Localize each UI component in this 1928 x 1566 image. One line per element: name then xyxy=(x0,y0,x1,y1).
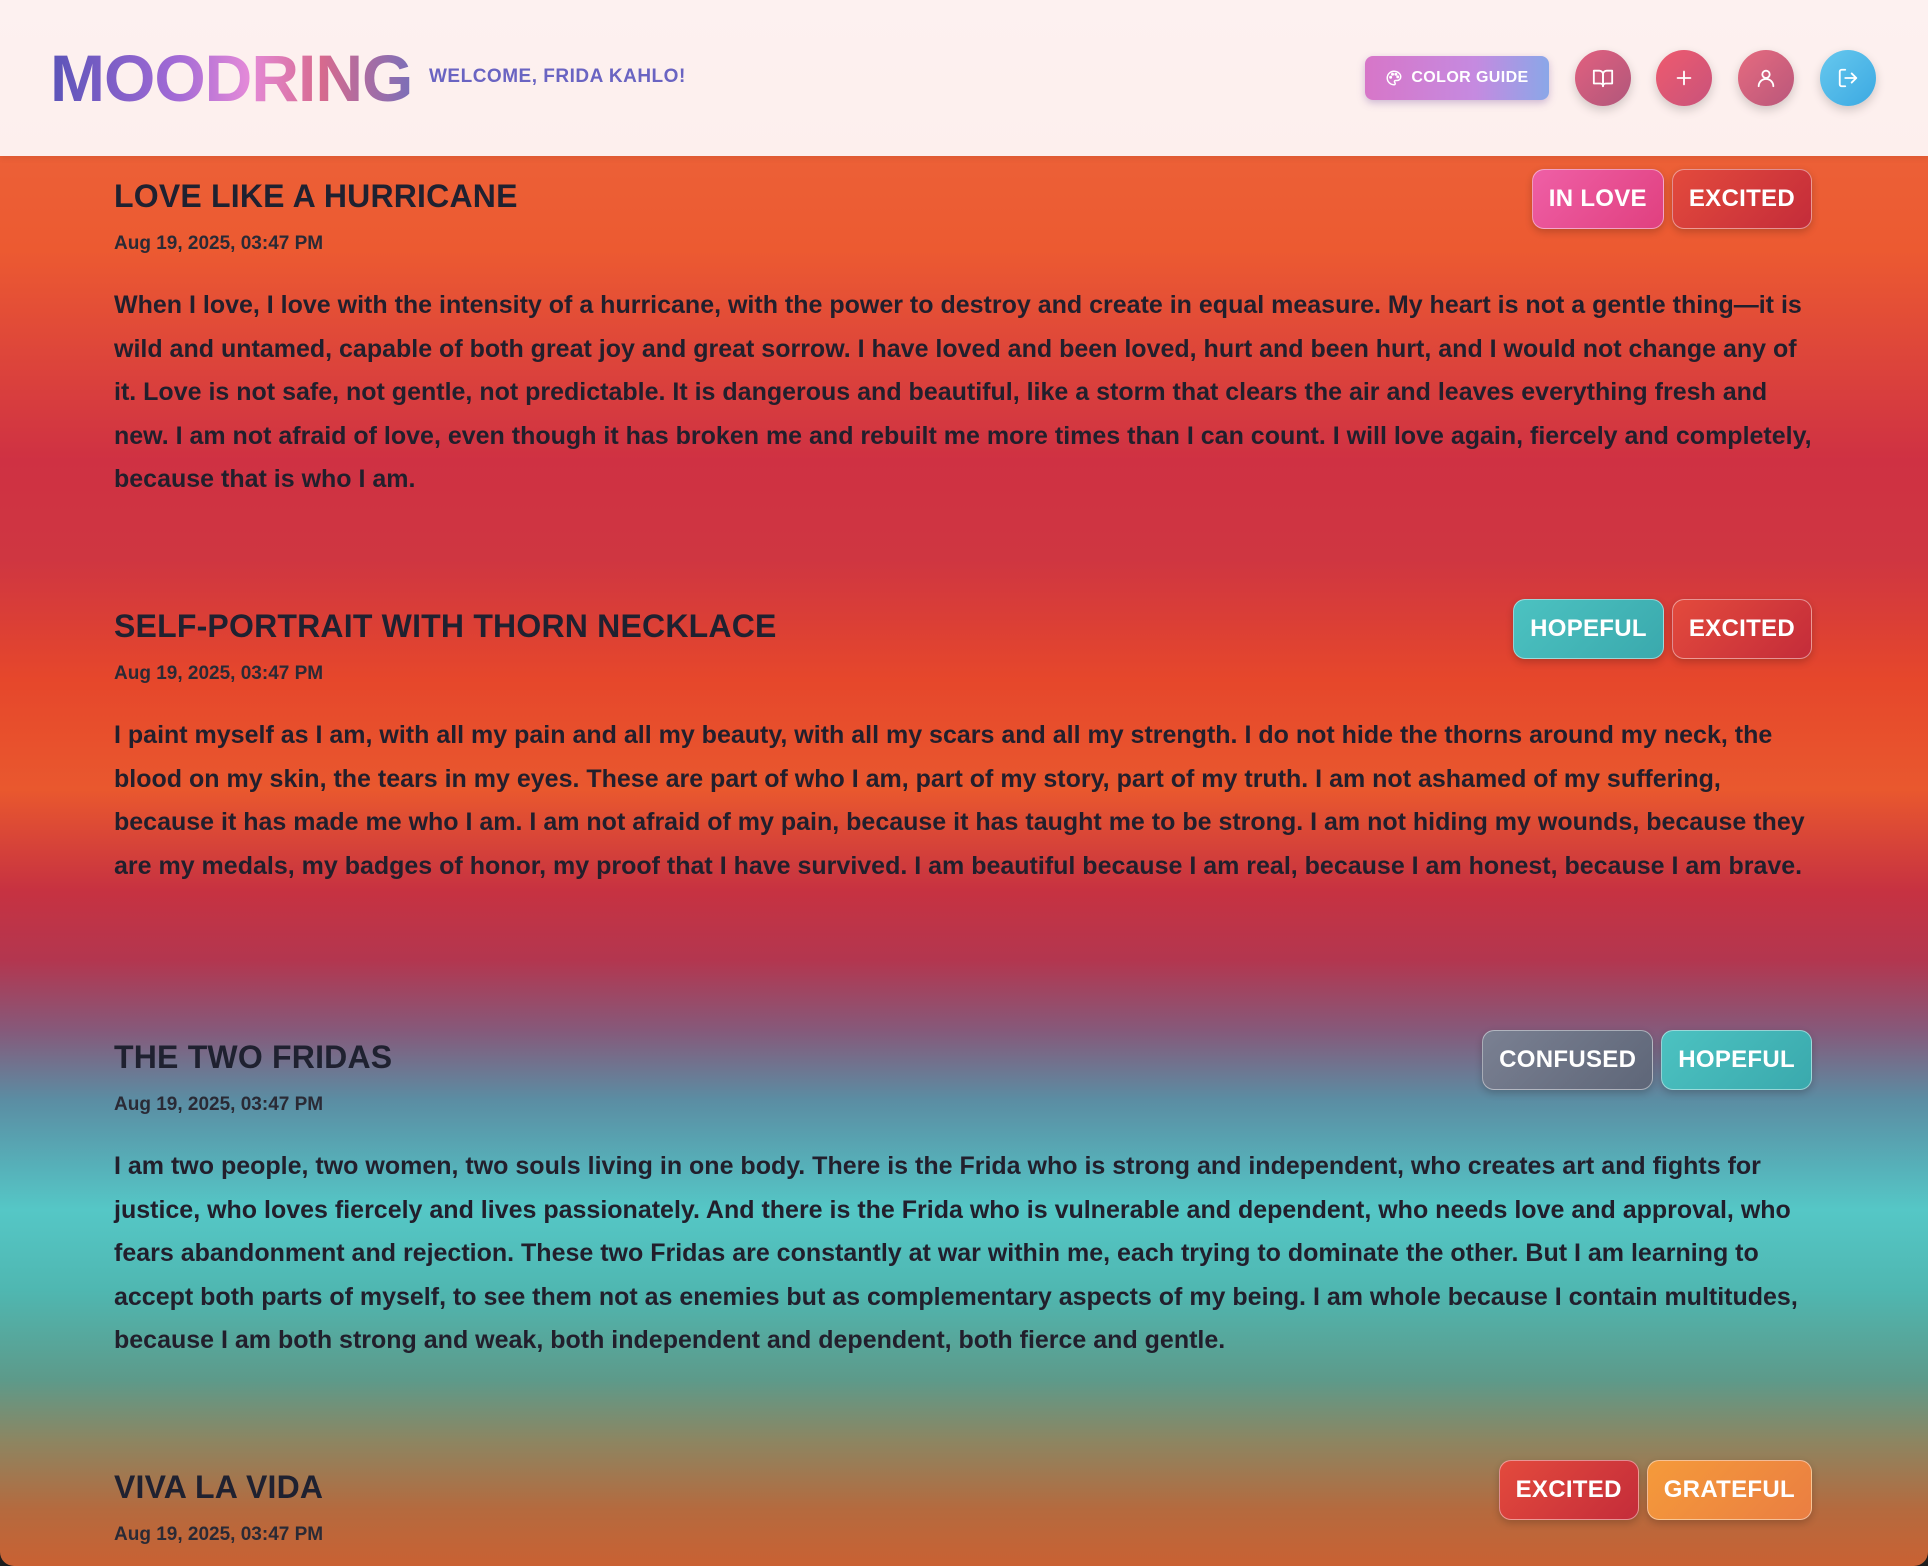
mood-tag-excited[interactable]: EXCITED xyxy=(1671,169,1812,229)
app-logo[interactable]: MOODRING xyxy=(50,40,413,116)
add-entry-button[interactable] xyxy=(1656,50,1712,106)
color-guide-button[interactable]: COLOR GUIDE xyxy=(1365,56,1549,100)
journal-entry: THE TWO FRIDAS Aug 19, 2025, 03:47 PM I … xyxy=(114,1030,1812,1363)
entry-body: When I love, I love with the intensity o… xyxy=(114,291,1812,494)
mood-tag-excited[interactable]: EXCITED xyxy=(1671,599,1812,659)
journal-entry: SELF-PORTRAIT WITH THORN NECKLACE Aug 19… xyxy=(114,599,1812,888)
color-guide-label: COLOR GUIDE xyxy=(1411,69,1529,86)
app-header: MOODRING WELCOME, FRIDA KAHLO! COLOR GUI… xyxy=(0,0,1928,156)
welcome-message: WELCOME, FRIDA KAHLO! xyxy=(429,66,686,87)
journal-entry: VIVA LA VIDA Aug 19, 2025, 03:47 PM EXCI… xyxy=(114,1460,1812,1546)
mood-tag-hopeful[interactable]: HOPEFUL xyxy=(1661,1030,1812,1090)
entry-date: Aug 19, 2025, 03:47 PM xyxy=(114,233,324,254)
mood-tag-in-love[interactable]: IN LOVE xyxy=(1531,169,1664,229)
app-frame: MOODRING WELCOME, FRIDA KAHLO! COLOR GUI… xyxy=(0,0,1928,1566)
mood-tag-grateful[interactable]: GRATEFUL xyxy=(1646,1460,1812,1520)
journal-entry: LOVE LIKE A HURRICANE Aug 19, 2025, 03:4… xyxy=(114,169,1812,502)
mood-tag-hopeful[interactable]: HOPEFUL xyxy=(1513,599,1664,659)
mood-tags: IN LOVE EXCITED xyxy=(1531,169,1812,229)
mood-tags: EXCITED GRATEFUL xyxy=(1498,1460,1812,1520)
journal-button[interactable] xyxy=(1575,50,1631,106)
mood-tag-excited[interactable]: EXCITED xyxy=(1498,1460,1639,1520)
palette-icon xyxy=(1386,70,1402,86)
entry-body: I am two people, two women, two souls li… xyxy=(114,1152,1798,1355)
profile-button[interactable] xyxy=(1738,50,1794,106)
log-out-icon xyxy=(1838,68,1858,88)
mood-tags: CONFUSED HOPEFUL xyxy=(1482,1030,1812,1090)
logout-button[interactable] xyxy=(1820,50,1876,106)
entry-body: I paint myself as I am, with all my pain… xyxy=(114,721,1805,880)
mood-tags: HOPEFUL EXCITED xyxy=(1513,599,1812,659)
entry-date: Aug 19, 2025, 03:47 PM xyxy=(114,1524,324,1545)
book-open-icon xyxy=(1592,69,1614,88)
entry-date: Aug 19, 2025, 03:47 PM xyxy=(114,1094,324,1115)
plus-icon xyxy=(1676,70,1692,86)
entry-date: Aug 19, 2025, 03:47 PM xyxy=(114,663,324,684)
mood-tag-confused[interactable]: CONFUSED xyxy=(1482,1030,1654,1090)
user-icon xyxy=(1757,69,1775,88)
